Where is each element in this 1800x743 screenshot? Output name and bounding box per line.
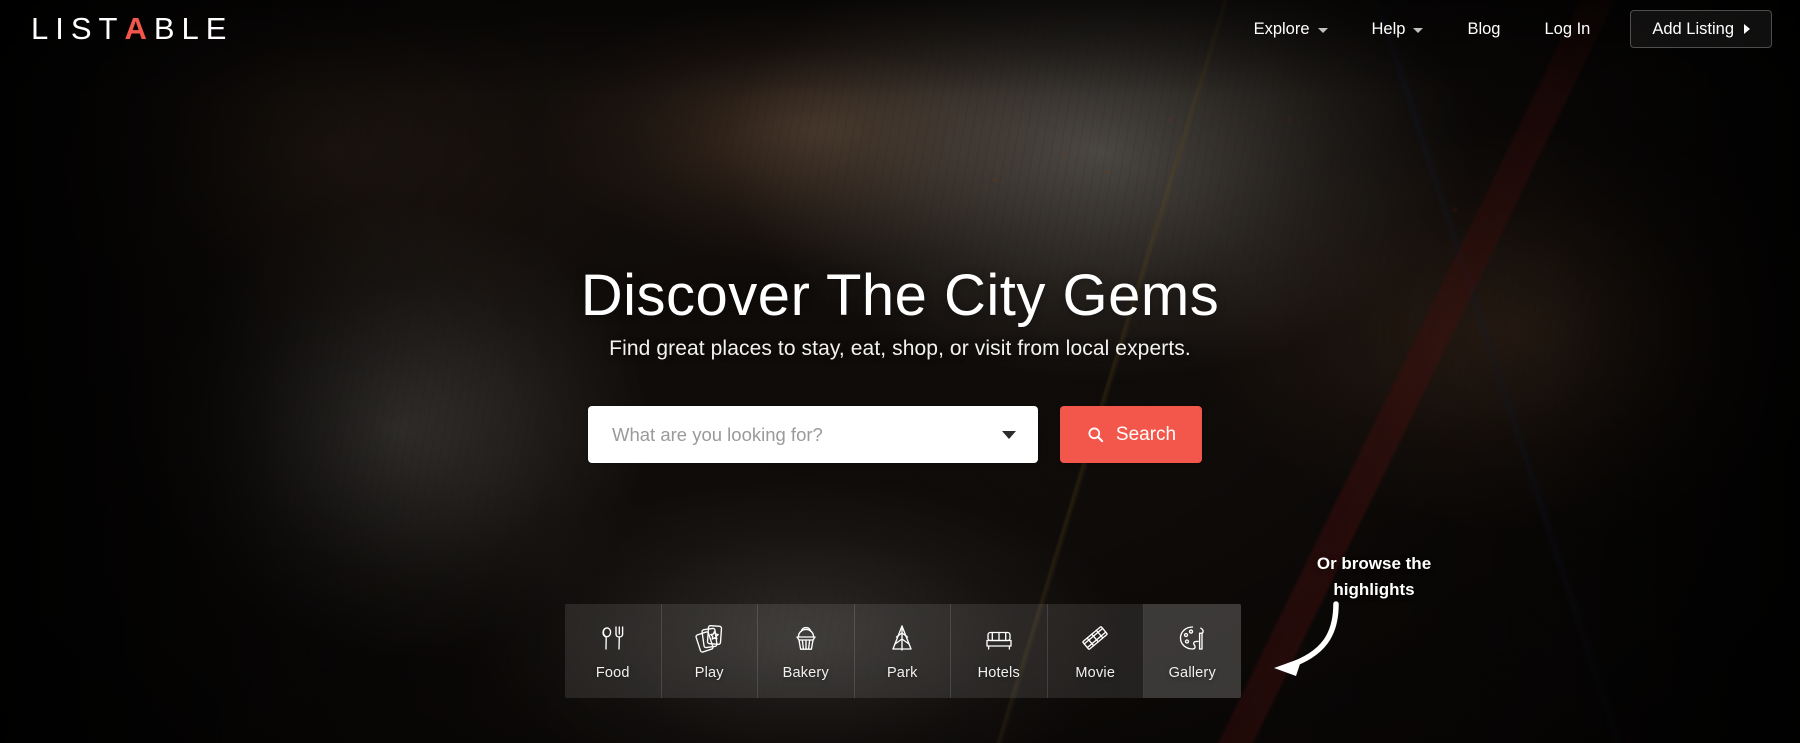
category-label-bakery: Bakery bbox=[782, 665, 829, 681]
caret-right-icon bbox=[1744, 24, 1750, 34]
browse-hint-line1: Or browse the bbox=[1316, 554, 1432, 573]
search-bar: Search bbox=[588, 406, 1202, 463]
tree-icon bbox=[885, 621, 919, 655]
nav-item-explore[interactable]: Explore bbox=[1232, 0, 1350, 58]
main-navigation: Explore Help Blog Log In Add Listing bbox=[1232, 0, 1772, 58]
nav-item-login[interactable]: Log In bbox=[1522, 0, 1612, 58]
add-listing-button[interactable]: Add Listing bbox=[1630, 10, 1772, 48]
logo-accent-letter: A bbox=[124, 11, 154, 46]
cupcake-icon bbox=[789, 621, 823, 655]
category-item-park[interactable]: Park bbox=[854, 604, 951, 698]
film-strip-icon bbox=[1078, 621, 1112, 655]
search-button[interactable]: Search bbox=[1060, 406, 1202, 463]
search-button-label: Search bbox=[1115, 423, 1177, 445]
logo-text-before: LIST bbox=[31, 11, 125, 46]
nav-item-blog-label: Blog bbox=[1467, 20, 1501, 38]
browse-hint-text: Or browse the highlights bbox=[1284, 551, 1464, 604]
category-label-movie: Movie bbox=[1075, 665, 1116, 681]
category-item-hotels[interactable]: Hotels bbox=[951, 604, 1048, 698]
search-icon bbox=[1088, 427, 1104, 443]
chevron-down-icon[interactable] bbox=[1002, 430, 1016, 439]
curved-arrow-left-icon bbox=[1274, 601, 1339, 676]
category-label-park: Park bbox=[886, 665, 918, 681]
search-input[interactable] bbox=[612, 423, 992, 446]
category-bar: Food Play Bakery Park Hotels Movie Galle… bbox=[565, 604, 1241, 698]
category-item-bakery[interactable]: Bakery bbox=[758, 604, 855, 698]
palette-icon bbox=[1175, 621, 1209, 655]
category-label-play: Play bbox=[694, 665, 724, 681]
page-subtitle: Find great places to stay, eat, shop, or… bbox=[609, 337, 1191, 360]
nav-item-login-label: Log In bbox=[1544, 20, 1591, 38]
category-label-food: Food bbox=[595, 665, 630, 681]
add-listing-label: Add Listing bbox=[1652, 19, 1734, 38]
category-item-play[interactable]: Play bbox=[661, 604, 758, 698]
category-item-food[interactable]: Food bbox=[565, 604, 662, 698]
hero-section: LIST A BLE Explore Help Blog Log In Add Li… bbox=[0, 0, 1800, 743]
nav-item-help-label: Help bbox=[1371, 20, 1406, 38]
logo-text-after: BLE bbox=[153, 11, 234, 46]
nav-item-blog[interactable]: Blog bbox=[1445, 0, 1522, 58]
page-title: Discover The City Gems bbox=[580, 263, 1220, 328]
bed-icon bbox=[982, 621, 1016, 655]
spoon-fork-icon bbox=[596, 621, 630, 655]
playing-cards-icon bbox=[692, 621, 726, 655]
site-logo[interactable]: LIST A BLE bbox=[31, 11, 233, 47]
category-label-hotels: Hotels bbox=[977, 665, 1020, 681]
search-field-wrapper[interactable] bbox=[588, 406, 1038, 463]
chevron-down-icon bbox=[1317, 27, 1328, 33]
category-label-gallery: Gallery bbox=[1168, 665, 1216, 681]
nav-item-explore-label: Explore bbox=[1253, 20, 1310, 38]
category-item-gallery[interactable]: Gallery bbox=[1144, 604, 1241, 698]
chevron-down-icon bbox=[1413, 27, 1424, 33]
site-header: LIST A BLE Explore Help Blog Log In Add Li… bbox=[0, 0, 1800, 58]
nav-item-help[interactable]: Help bbox=[1350, 0, 1446, 58]
category-item-movie[interactable]: Movie bbox=[1047, 604, 1144, 698]
